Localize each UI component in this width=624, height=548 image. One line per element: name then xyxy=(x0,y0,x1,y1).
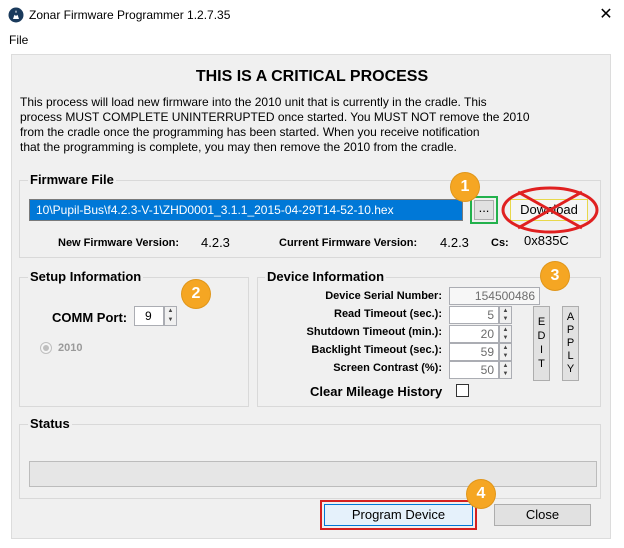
current-version-value: 4.2.3 xyxy=(440,235,469,250)
backlight-timeout-input[interactable]: 59 xyxy=(449,343,499,361)
setup-group xyxy=(19,277,249,407)
close-window-icon[interactable]: ✕ xyxy=(593,3,619,27)
clear-mileage-label: Clear Mileage History xyxy=(310,384,443,399)
close-button[interactable]: Close xyxy=(494,504,591,526)
window-title: Zonar Firmware Programmer 1.2.7.35 xyxy=(29,8,231,22)
step-badge-2: 2 xyxy=(182,280,210,308)
step-badge-1: 1 xyxy=(451,173,479,201)
warning-line-1: This process will load new firmware into… xyxy=(20,95,487,109)
step-badge-3: 3 xyxy=(541,262,569,290)
comm-port-label: COMM Port: xyxy=(52,310,128,325)
screen-contrast-input[interactable]: 50 xyxy=(449,361,499,379)
backlight-timeout-spinner[interactable]: ▲ ▼ xyxy=(499,343,512,361)
cs-label: Cs: xyxy=(491,237,509,249)
menu-file[interactable]: File xyxy=(9,33,28,47)
menu-bar xyxy=(0,30,624,50)
step-badge-4: 4 xyxy=(467,480,495,508)
warning-line-3: from the cradle once the programming has… xyxy=(20,125,480,139)
warning-line-4: that the programming is complete, you ma… xyxy=(20,140,457,154)
shutdown-timeout-label: Shutdown Timeout (min.): xyxy=(306,326,442,338)
serial-number-field: 154500486 xyxy=(449,287,540,305)
program-device-button[interactable]: Program Device xyxy=(324,504,473,526)
device-group-title: Device Information xyxy=(265,269,387,284)
firmware-group-title: Firmware File xyxy=(28,172,116,187)
apply-button[interactable]: A P P L Y xyxy=(562,306,579,381)
page-title: THIS IS A CRITICAL PROCESS xyxy=(195,68,429,85)
cs-value: 0x835C xyxy=(524,233,569,248)
shutdown-timeout-spinner[interactable]: ▲ ▼ xyxy=(499,325,512,343)
progress-bar xyxy=(29,461,597,487)
firmware-path-field[interactable]: 10\Pupil-Bus\f4.2.3-V-1\ZHD0001_3.1.1_20… xyxy=(29,199,463,221)
read-timeout-spinner[interactable]: ▲ ▼ xyxy=(499,306,512,324)
unit-2010-label: 2010 xyxy=(58,342,83,354)
read-timeout-input[interactable]: 5 xyxy=(449,306,499,324)
app-icon xyxy=(8,7,24,23)
warning-text: This process will load new firmware into… xyxy=(20,95,610,155)
radio-dot-icon xyxy=(43,345,49,351)
warning-line-2: process MUST COMPLETE UNINTERRUPTED once… xyxy=(20,110,530,124)
screen-contrast-spinner[interactable]: ▲ ▼ xyxy=(499,361,512,379)
setup-group-title: Setup Information xyxy=(28,269,144,284)
unit-2010-radio[interactable] xyxy=(40,342,52,354)
serial-number-label: Device Serial Number: xyxy=(325,290,442,302)
backlight-timeout-label: Backlight Timeout (sec.): xyxy=(311,344,442,356)
edit-button[interactable]: E D I T xyxy=(533,306,550,381)
new-version-value: 4.2.3 xyxy=(201,235,230,250)
read-timeout-label: Read Timeout (sec.): xyxy=(334,308,442,320)
clear-mileage-checkbox[interactable] xyxy=(456,384,469,397)
comm-port-input[interactable]: 9 xyxy=(134,306,164,326)
new-version-label: New Firmware Version: xyxy=(58,237,180,249)
screen-contrast-label: Screen Contrast (%): xyxy=(333,362,442,374)
browse-button[interactable]: ... xyxy=(474,200,494,220)
shutdown-timeout-input[interactable]: 20 xyxy=(449,325,499,343)
prohibited-icon xyxy=(501,186,599,234)
comm-port-spinner[interactable]: ▲ ▼ xyxy=(164,306,177,326)
current-version-label: Current Firmware Version: xyxy=(279,237,418,249)
status-group-title: Status xyxy=(28,416,72,431)
